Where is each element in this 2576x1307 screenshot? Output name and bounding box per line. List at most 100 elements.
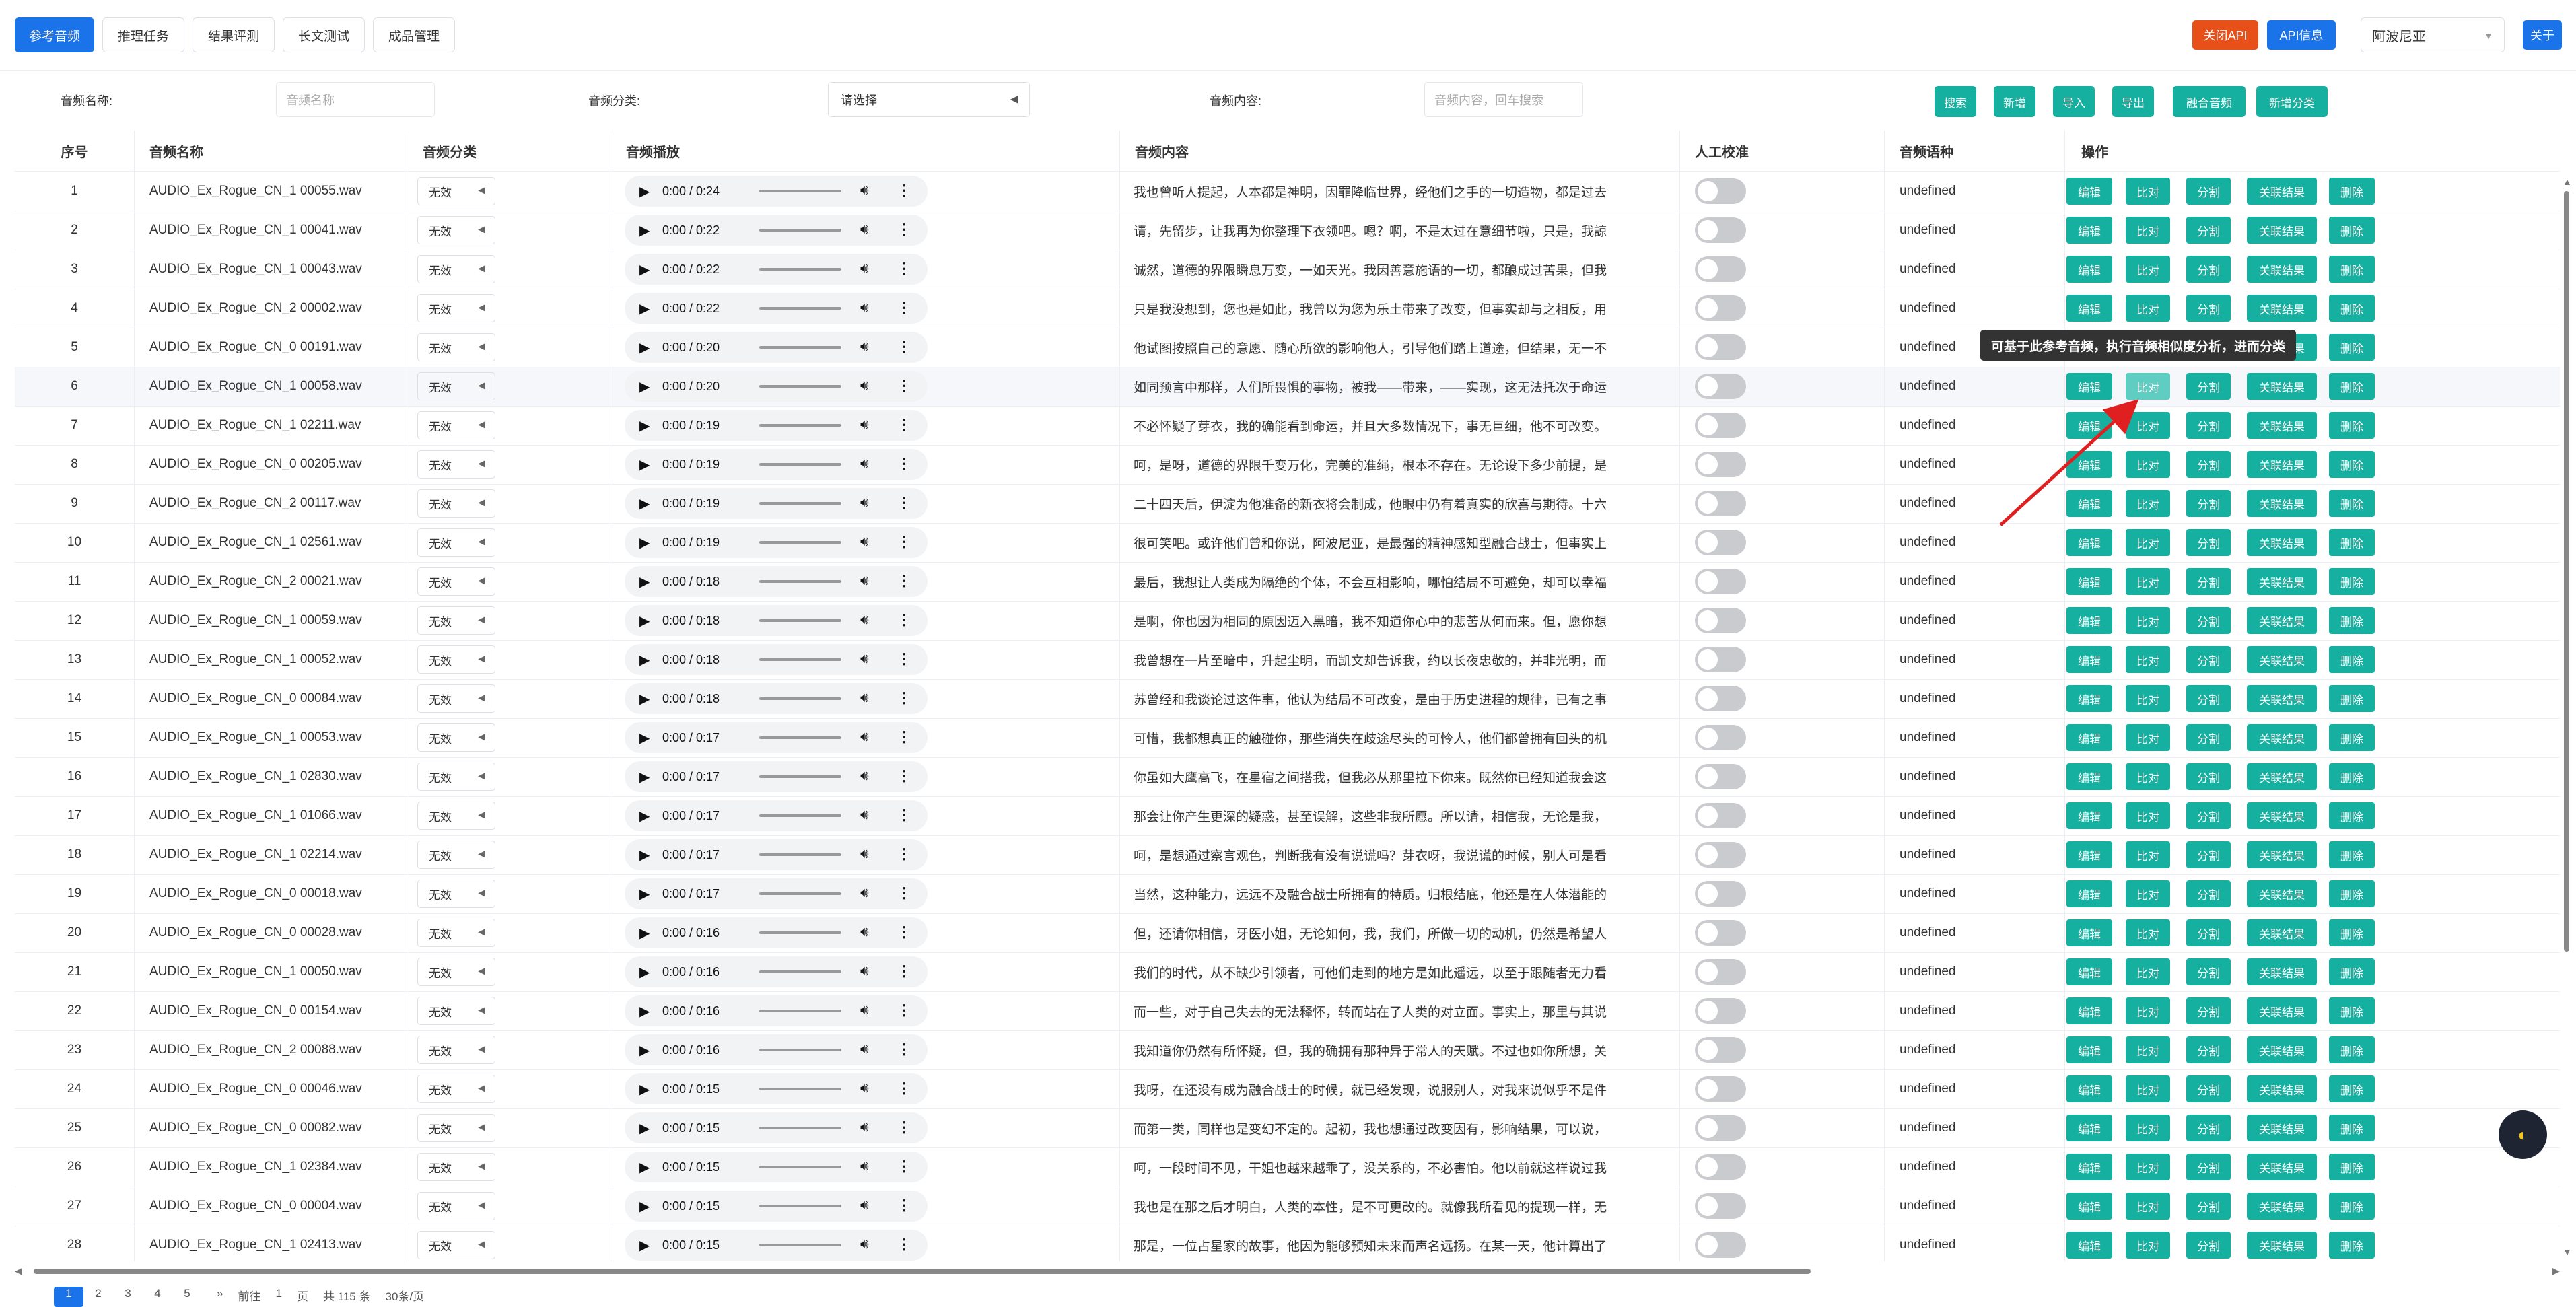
play-icon[interactable]: ▶ [639,651,656,668]
compare-button[interactable]: 比对 [2126,529,2170,556]
scroll-left-icon[interactable]: ◀ [15,1265,22,1277]
delete-button[interactable]: 删除 [2329,373,2375,400]
related-results-button[interactable]: 关联结果 [2247,724,2317,751]
delete-button[interactable]: 删除 [2329,763,2375,790]
calibration-toggle[interactable] [1695,647,1746,672]
page-3[interactable]: 3 [113,1287,143,1307]
compare-button[interactable]: 比对 [2126,763,2170,790]
compare-button[interactable]: 比对 [2126,217,2170,244]
volume-icon[interactable]: 🔊︎ [860,495,869,511]
more-options-icon[interactable]: ⋮ [897,1197,911,1214]
calibration-toggle[interactable] [1695,764,1746,789]
category-select[interactable]: 无效 ◀ [417,528,495,557]
category-select[interactable]: 无效 ◀ [417,489,495,518]
delete-button[interactable]: 删除 [2329,919,2375,946]
delete-button[interactable]: 删除 [2329,997,2375,1024]
calibration-toggle[interactable] [1695,217,1746,243]
volume-icon[interactable]: 🔊︎ [860,1120,869,1135]
related-results-button[interactable]: 关联结果 [2247,451,2317,478]
calibration-toggle[interactable] [1695,491,1746,516]
calibration-toggle[interactable] [1695,881,1746,907]
edit-button[interactable]: 编辑 [2066,1154,2112,1180]
about-button[interactable]: 关于 [2523,20,2562,50]
delete-button[interactable]: 删除 [2329,607,2375,634]
edit-button[interactable]: 编辑 [2066,529,2112,556]
tab-reference-audio[interactable]: 参考音频 [15,17,94,52]
tab-inference-tasks[interactable]: 推理任务 [102,17,184,52]
delete-button[interactable]: 删除 [2329,880,2375,907]
audio-player[interactable]: ▶ 0:00 / 0:16 🔊︎ ⋮ [625,995,928,1026]
audio-player[interactable]: ▶ 0:00 / 0:15 🔊︎ ⋮ [625,1230,928,1261]
related-results-button[interactable]: 关联结果 [2247,1115,2317,1141]
compare-button[interactable]: 比对 [2126,490,2170,517]
delete-button[interactable]: 删除 [2329,1115,2375,1141]
compare-button[interactable]: 比对 [2126,1075,2170,1102]
split-button[interactable]: 分割 [2186,451,2231,478]
delete-button[interactable]: 删除 [2329,802,2375,829]
delete-button[interactable]: 删除 [2329,178,2375,205]
related-results-button[interactable]: 关联结果 [2247,1036,2317,1063]
calibration-toggle[interactable] [1695,959,1746,985]
content-search-input[interactable]: 音频内容，回车搜索 [1424,82,1583,117]
delete-button[interactable]: 删除 [2329,334,2375,361]
related-results-button[interactable]: 关联结果 [2247,880,2317,907]
category-select[interactable]: 无效 ◀ [417,684,495,713]
compare-button[interactable]: 比对 [2126,1193,2170,1220]
related-results-button[interactable]: 关联结果 [2247,802,2317,829]
play-icon[interactable]: ▶ [639,691,656,707]
more-options-icon[interactable]: ⋮ [897,1158,911,1175]
compare-button[interactable]: 比对 [2126,1115,2170,1141]
audio-progress-track[interactable] [759,892,841,895]
audio-player[interactable]: ▶ 0:00 / 0:15 🔊︎ ⋮ [625,1191,928,1222]
calibration-toggle[interactable] [1695,1193,1746,1219]
add-button[interactable]: 新增 [1994,86,2035,117]
edit-button[interactable]: 编辑 [2066,880,2112,907]
calibration-toggle[interactable] [1695,1232,1746,1258]
compare-button[interactable]: 比对 [2126,802,2170,829]
merge-audio-button[interactable]: 融合音频 [2173,86,2246,117]
edit-button[interactable]: 编辑 [2066,178,2112,205]
category-select[interactable]: 无效 ◀ [417,450,495,479]
play-icon[interactable]: ▶ [639,612,656,629]
more-options-icon[interactable]: ⋮ [897,416,911,433]
volume-icon[interactable]: 🔊︎ [860,808,869,823]
audio-player[interactable]: ▶ 0:00 / 0:17 🔊︎ ⋮ [625,839,928,870]
category-select[interactable]: 无效 ◀ [417,606,495,635]
volume-icon[interactable]: 🔊︎ [860,300,869,316]
more-options-icon[interactable]: ⋮ [897,533,911,551]
compare-button[interactable]: 比对 [2126,1154,2170,1180]
page-4[interactable]: 4 [143,1287,172,1307]
compare-button[interactable]: 比对 [2126,178,2170,205]
calibration-toggle[interactable] [1695,1076,1746,1102]
split-button[interactable]: 分割 [2186,373,2231,400]
calibration-toggle[interactable] [1695,256,1746,282]
edit-button[interactable]: 编辑 [2066,451,2112,478]
audio-progress-track[interactable] [759,1244,841,1246]
page-size-select[interactable]: 30条/页 [386,1287,425,1304]
more-options-icon[interactable]: ⋮ [897,689,911,707]
audio-progress-track[interactable] [759,1166,841,1168]
next-page-icon[interactable]: » [217,1287,223,1300]
edit-button[interactable]: 编辑 [2066,1075,2112,1102]
calibration-toggle[interactable] [1695,452,1746,477]
volume-icon[interactable]: 🔊︎ [860,1081,869,1096]
volume-icon[interactable]: 🔊︎ [860,651,869,667]
calibration-toggle[interactable] [1695,1154,1746,1180]
audio-player[interactable]: ▶ 0:00 / 0:16 🔊︎ ⋮ [625,917,928,948]
category-select[interactable]: 无效 ◀ [417,880,495,908]
split-button[interactable]: 分割 [2186,841,2231,868]
compare-button[interactable]: 比对 [2126,568,2170,595]
volume-icon[interactable]: 🔊︎ [860,222,869,238]
scroll-right-icon[interactable]: ▶ [2552,1265,2560,1277]
audio-progress-track[interactable] [759,580,841,583]
edit-button[interactable]: 编辑 [2066,763,2112,790]
volume-icon[interactable]: 🔊︎ [860,691,869,706]
audio-player[interactable]: ▶ 0:00 / 0:22 🔊︎ ⋮ [625,293,928,324]
search-button[interactable]: 搜索 [1935,86,1976,117]
delete-button[interactable]: 删除 [2329,490,2375,517]
category-select[interactable]: 无效 ◀ [417,997,495,1025]
audio-progress-track[interactable] [759,697,841,700]
category-select[interactable]: 无效 ◀ [417,1036,495,1064]
compare-button[interactable]: 比对 [2126,451,2170,478]
compare-button[interactable]: 比对 [2126,607,2170,634]
